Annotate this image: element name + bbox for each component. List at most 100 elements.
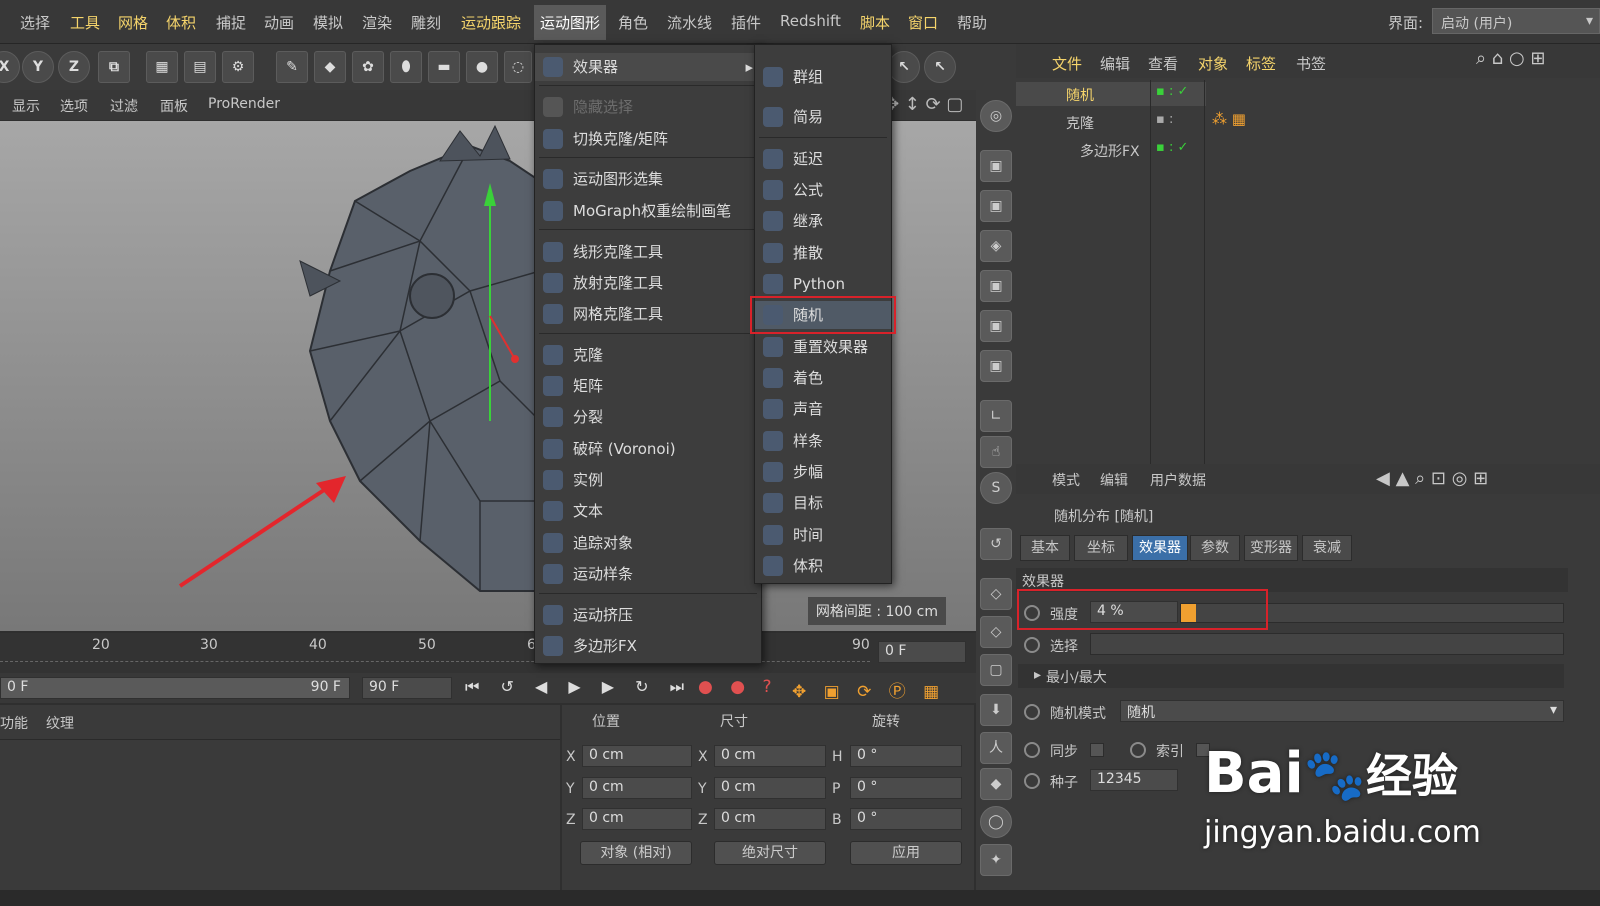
tab-deformer[interactable]: 变形器	[1244, 535, 1298, 561]
size-mode-dropdown[interactable]: 绝对尺寸	[714, 841, 826, 865]
tab-function[interactable]: 功能	[0, 713, 28, 733]
python-palette-icon[interactable]: ✦	[980, 844, 1012, 876]
om-menu-file[interactable]: 文件	[1052, 53, 1082, 74]
end-frame-field[interactable]: 90 F	[362, 677, 452, 699]
texture-mode-icon[interactable]: ▣	[980, 350, 1012, 382]
submenu-item-plain[interactable]: 简易	[755, 103, 891, 131]
viewport-menu-panel[interactable]: 面板	[160, 96, 188, 116]
render-settings-icon[interactable]: ⚙	[222, 51, 254, 83]
menu-mesh[interactable]: 网格	[118, 12, 148, 33]
tweak-mode-icon[interactable]: ☝	[980, 436, 1012, 468]
menu-item-grid-clone[interactable]: 网格克隆工具	[535, 300, 761, 328]
random-mode-radio[interactable]	[1024, 704, 1040, 720]
submenu-item-step[interactable]: 步幅	[755, 458, 891, 486]
menu-select[interactable]: 选择	[20, 12, 50, 33]
menu-item-switch-clone[interactable]: 切换克隆/矩阵	[535, 125, 761, 153]
record-keys-icons[interactable]: ● ● ?	[698, 677, 778, 697]
visibility-dots-icon[interactable]: ▪ :	[1156, 112, 1173, 127]
menu-mograph[interactable]: 运动图形	[534, 5, 607, 40]
cube-orange-icon[interactable]: ◆	[980, 768, 1012, 800]
menu-item-weight-brush[interactable]: MoGraph权重绘制画笔	[535, 197, 761, 225]
menu-item-fracture[interactable]: 分裂	[535, 403, 761, 431]
menu-pipeline[interactable]: 流水线	[667, 12, 712, 33]
keyframe-tools-icons[interactable]: ✥ ▣ ⟳ Ⓟ ▦	[792, 677, 945, 702]
light-icon[interactable]: ◌	[504, 51, 532, 83]
seed-field[interactable]: 12345	[1090, 769, 1178, 791]
menu-item-mospline[interactable]: 运动样条	[535, 560, 761, 588]
menu-item-mograph-selection[interactable]: 运动图形选集	[535, 165, 761, 193]
subdivision-icon[interactable]: ✿	[352, 51, 384, 83]
menu-item-text[interactable]: 文本	[535, 497, 761, 525]
select-radio[interactable]	[1024, 637, 1040, 653]
submenu-item-delay[interactable]: 延迟	[755, 145, 891, 173]
apply-button[interactable]: 应用	[850, 841, 962, 865]
coordinate-mode-dropdown[interactable]: 对象 (相对)	[580, 841, 692, 865]
floor-icon[interactable]: ▬	[428, 51, 460, 83]
render-region-icon[interactable]: ▢	[980, 654, 1012, 686]
character-icon[interactable]: 人	[980, 732, 1012, 764]
submenu-item-shader[interactable]: 着色	[755, 364, 891, 392]
axis-mode-icon[interactable]: ∟	[980, 400, 1012, 432]
submenu-item-target[interactable]: 目标	[755, 489, 891, 517]
menu-snap[interactable]: 捕捉	[216, 12, 246, 33]
menu-item-radial-clone[interactable]: 放射克隆工具	[535, 269, 761, 297]
menu-character[interactable]: 角色	[618, 12, 648, 33]
solo-icon[interactable]: S	[980, 472, 1012, 504]
timeline-ruler[interactable]: 20 30 40 50 6 90 0 F	[0, 633, 976, 673]
menu-window[interactable]: 窗口	[908, 12, 938, 33]
model-mode-icon[interactable]: ▣	[980, 270, 1012, 302]
menu-redshift[interactable]: Redshift	[780, 12, 841, 30]
viewport-menu-display[interactable]: 显示	[12, 96, 40, 116]
am-menu-mode[interactable]: 模式	[1052, 470, 1080, 490]
menu-help[interactable]: 帮助	[957, 12, 987, 33]
playback-controls[interactable]: ⏮ ↺ ◀ ▶ ▶ ↻ ⏭	[465, 677, 692, 697]
tab-falloff[interactable]: 衰减	[1302, 535, 1352, 561]
visibility-check-icon[interactable]: ▪ : ✓	[1156, 84, 1188, 99]
submenu-item-formula[interactable]: 公式	[755, 176, 891, 204]
tab-effector[interactable]: 效果器	[1132, 535, 1188, 561]
mograph-tag-icon[interactable]: ⁂ ▦	[1212, 110, 1246, 128]
nav-back-icon[interactable]: ◀ ▲ ⌕ ⊡ ◎ ⊞	[1376, 468, 1488, 489]
om-menu-edit[interactable]: 编辑	[1100, 53, 1130, 74]
menu-volume[interactable]: 体积	[166, 12, 196, 33]
submenu-item-push-apart[interactable]: 推散	[755, 239, 891, 267]
menu-motion-tracking[interactable]: 运动跟踪	[461, 12, 521, 33]
make-editable-icon[interactable]: ◎	[980, 100, 1012, 132]
edges-mode-icon[interactable]: ▣	[980, 190, 1012, 222]
minmax-group[interactable]: ▸ 最小/最大	[1018, 664, 1564, 688]
submenu-item-time[interactable]: 时间	[755, 521, 891, 549]
pen-spline-icon[interactable]: ✎	[276, 51, 308, 83]
menu-simulate[interactable]: 模拟	[313, 12, 343, 33]
snap-icon[interactable]: ↺	[980, 528, 1012, 560]
locked-workplane-icon[interactable]: ◇	[980, 616, 1012, 648]
object-row-cloner[interactable]: 克隆	[1028, 110, 1208, 134]
camera-icon[interactable]: ●	[466, 51, 498, 83]
render-view-icon[interactable]: ▦	[146, 51, 178, 83]
workplane-icon[interactable]: ◇	[980, 578, 1012, 610]
om-menu-object[interactable]: 对象	[1198, 53, 1228, 74]
menu-item-effector[interactable]: 效果器 ▸	[535, 53, 761, 81]
search-icon[interactable]: ⌕ ⌂ ○ ⊞	[1476, 48, 1545, 69]
viewport-nav-icons[interactable]: ✥ ↕ ⟳ ▢	[880, 90, 976, 120]
tab-coord[interactable]: 坐标	[1074, 535, 1128, 561]
submenu-item-reeffector[interactable]: 重置效果器	[755, 333, 891, 361]
am-menu-user-data[interactable]: 用户数据	[1150, 470, 1206, 490]
viewport-menu-prorender[interactable]: ProRender	[208, 96, 280, 112]
menu-sculpt[interactable]: 雕刻	[411, 12, 441, 33]
submenu-item-volume[interactable]: 体积	[755, 552, 891, 580]
menu-render[interactable]: 渲染	[362, 12, 392, 33]
live-select-icon[interactable]: ↖	[888, 51, 920, 83]
tab-texture[interactable]: 纹理	[46, 713, 74, 733]
menu-item-extrude[interactable]: 运动挤压	[535, 601, 761, 629]
menu-plugins[interactable]: 插件	[731, 12, 761, 33]
submenu-item-python[interactable]: Python	[755, 270, 891, 298]
menu-item-instance[interactable]: 实例	[535, 466, 761, 494]
om-menu-view[interactable]: 查看	[1148, 53, 1178, 74]
size-y-field[interactable]: 0 cm	[714, 777, 826, 799]
object-mode-icon[interactable]: ▣	[980, 310, 1012, 342]
select-icon[interactable]: ↖	[924, 51, 956, 83]
pos-y-field[interactable]: 0 cm	[582, 777, 692, 799]
submenu-item-group[interactable]: 群组	[755, 63, 891, 91]
tab-parameter[interactable]: 参数	[1190, 535, 1240, 561]
cube-primitive-icon[interactable]: ◆	[314, 51, 346, 83]
